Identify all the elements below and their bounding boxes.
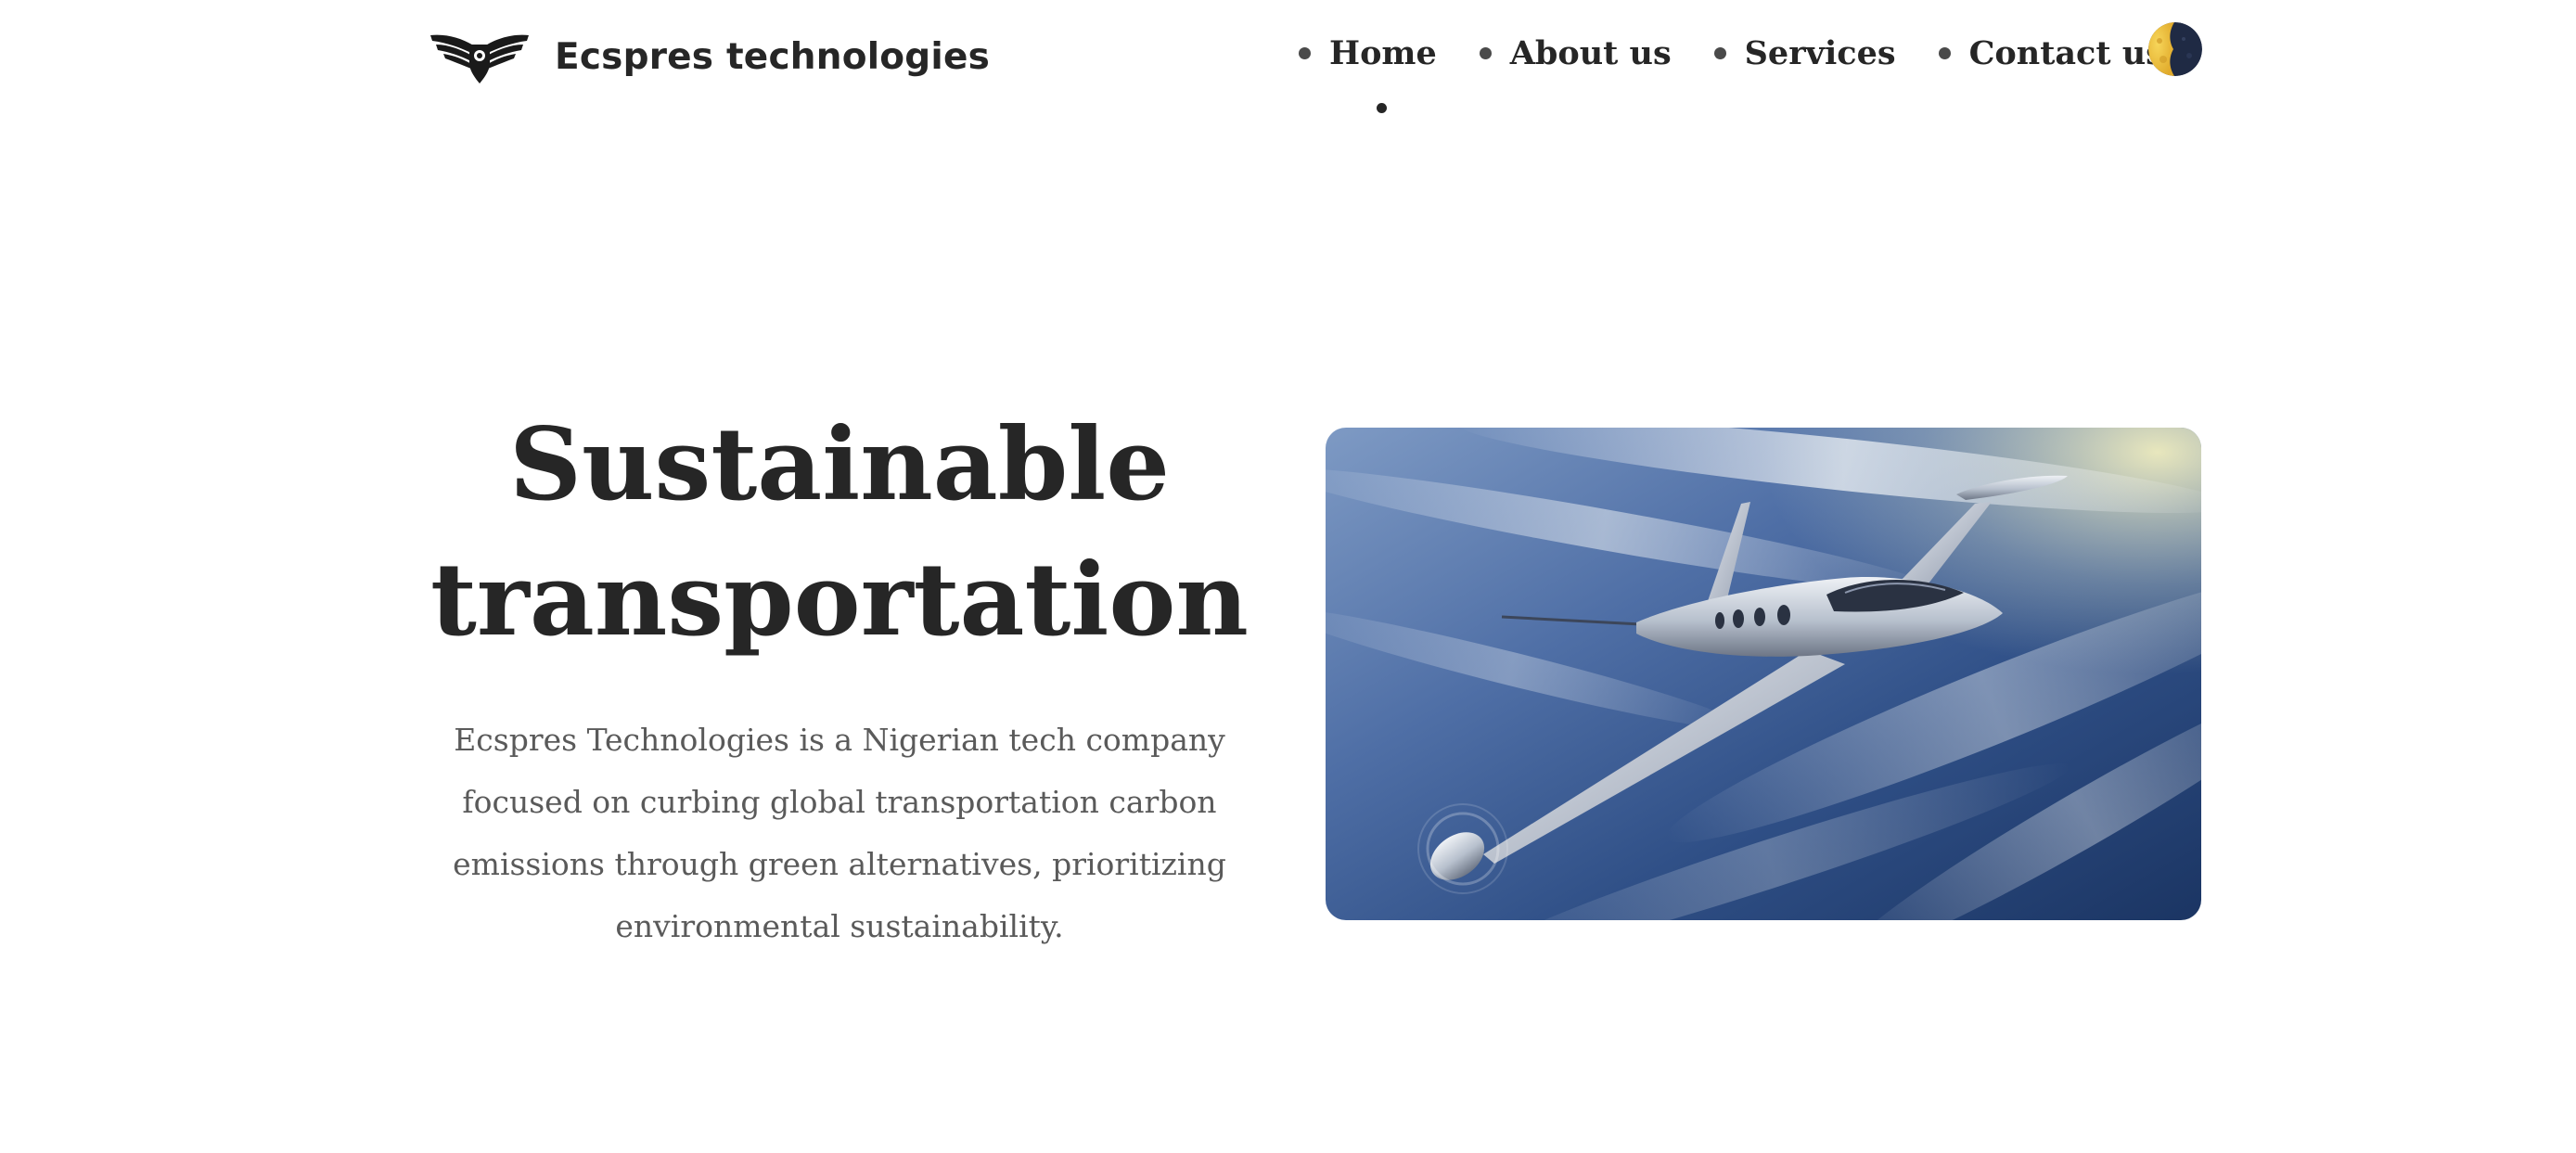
nav-label-contact-us: Contact us	[1968, 33, 2164, 72]
brand-home-link[interactable]: Ecspres technologies	[429, 26, 990, 87]
theme-toggle-button[interactable]	[2148, 22, 2202, 76]
hero-title-line-1: Sustainable	[509, 406, 1170, 523]
winged-shield-logo-icon	[430, 34, 529, 83]
nav-item-contact-us[interactable]: Contact us	[1938, 33, 2164, 72]
hero-title: Sustainable transportation	[408, 397, 1271, 668]
hero-aircraft-image	[1326, 428, 2201, 920]
nav-item-about-us[interactable]: About us	[1479, 33, 1672, 72]
electric-aircraft-illustration	[1326, 428, 2201, 920]
nav-label-services: Services	[1744, 33, 1896, 72]
brand-name: Ecspres technologies	[555, 35, 991, 78]
nav-item-home[interactable]: Home	[1299, 33, 1437, 113]
hero-text-block: Sustainable transportation Ecspres Techn…	[408, 397, 1271, 957]
hero-title-line-2: transportation	[430, 542, 1249, 659]
nav-bullet-icon	[1713, 46, 1726, 59]
nav-item-services[interactable]: Services	[1713, 33, 1896, 72]
hero-description: Ecspres Technologies is a Nigerian tech …	[453, 722, 1226, 944]
nav-label-home: Home	[1329, 33, 1437, 72]
active-indicator-dot	[1377, 102, 1387, 113]
nav-label-about-us: About us	[1509, 33, 1672, 72]
nav-bullet-icon	[1938, 46, 1951, 59]
nav-bullet-icon	[1299, 46, 1311, 59]
half-moon-icon	[2148, 22, 2202, 76]
main-nav: Home About us Services Contact us	[1299, 22, 2207, 113]
nav-bullet-icon	[1479, 46, 1492, 59]
